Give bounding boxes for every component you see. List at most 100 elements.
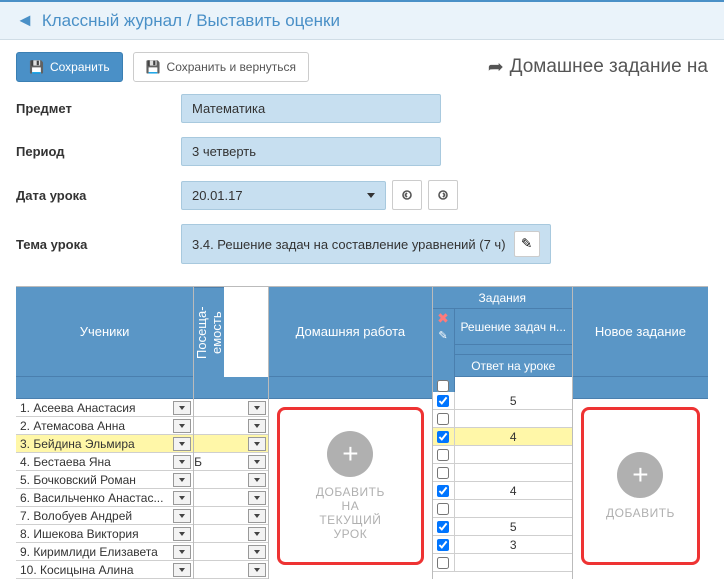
student-menu-icon[interactable]: [173, 509, 191, 523]
plus-icon: +: [327, 431, 373, 477]
task-checkbox[interactable]: [437, 503, 449, 515]
grade-cell[interactable]: 4: [455, 430, 572, 444]
task-row: 3: [433, 536, 572, 554]
student-menu-icon[interactable]: [173, 473, 191, 487]
attendance-menu-icon[interactable]: [248, 545, 266, 559]
tasks-header: Задания: [433, 287, 572, 309]
student-menu-icon[interactable]: [173, 437, 191, 451]
grade-cell[interactable]: 3: [455, 538, 572, 552]
select-all-checkbox[interactable]: [437, 380, 449, 392]
save-and-back-button[interactable]: 💾 Сохранить и вернуться: [133, 52, 309, 82]
date-label: Дата урока: [16, 188, 181, 203]
attendance-menu-icon[interactable]: [248, 473, 266, 487]
task-checkbox[interactable]: [437, 467, 449, 479]
student-row: 3. Бейдина Эльмира: [16, 435, 193, 453]
pencil-icon: ✎: [521, 236, 532, 252]
attendance-cell[interactable]: [194, 435, 268, 453]
attendance-cell[interactable]: [194, 471, 268, 489]
task-row: 5: [433, 518, 572, 536]
attendance-cell[interactable]: [194, 399, 268, 417]
add-task-button[interactable]: + ДОБАВИТЬ: [581, 407, 700, 565]
student-row: 4. Бестаева Яна: [16, 453, 193, 471]
student-row: 7. Волобуев Андрей: [16, 507, 193, 525]
date-select[interactable]: 20.01.17: [181, 181, 386, 210]
pencil-icon[interactable]: ✎: [438, 327, 447, 345]
close-icon[interactable]: ✖: [437, 309, 449, 327]
grade-cell[interactable]: 5: [455, 520, 572, 534]
grade-cell[interactable]: 5: [455, 394, 572, 408]
students-header: Ученики: [16, 287, 193, 377]
task-row: [433, 410, 572, 428]
student-menu-icon[interactable]: [173, 527, 191, 541]
attendance-menu-icon[interactable]: [248, 491, 266, 505]
breadcrumb: Классный журнал / Выставить оценки: [42, 11, 340, 31]
grade-cell[interactable]: 4: [455, 484, 572, 498]
topic-label: Тема урока: [16, 237, 181, 252]
subject-select[interactable]: Математика: [181, 94, 441, 123]
task-row: 4: [433, 482, 572, 500]
task-row: [433, 464, 572, 482]
task-row: 5: [433, 392, 572, 410]
new-task-column: Новое задание + ДОБАВИТЬ: [573, 287, 708, 579]
attendance-cell[interactable]: Б: [194, 453, 268, 471]
add-homework-label: ДОБАВИТЬ НА ТЕКУЩИЙ УРОК: [316, 485, 385, 541]
homework-heading: ➦ Домашнее задание на: [488, 56, 708, 79]
save-button-label: Сохранить: [50, 60, 110, 74]
attendance-menu-icon[interactable]: [248, 419, 266, 433]
attendance-menu-icon[interactable]: [248, 437, 266, 451]
task-row: [433, 554, 572, 572]
form-section: Предмет Математика Период 3 четверть Дат…: [0, 94, 724, 286]
attendance-cell[interactable]: [194, 543, 268, 561]
student-menu-icon[interactable]: [173, 455, 191, 469]
attendance-column: Посеща-емость Б: [194, 287, 269, 579]
attendance-menu-icon[interactable]: [248, 401, 266, 415]
tasks-column: Задания ✖ ✎ Решение задач н... Ответ на …: [433, 287, 573, 579]
task-checkbox[interactable]: [437, 431, 449, 443]
attendance-cell[interactable]: [194, 525, 268, 543]
student-menu-icon[interactable]: [173, 545, 191, 559]
task-checkbox[interactable]: [437, 449, 449, 461]
task-checkbox[interactable]: [437, 557, 449, 569]
chevron-down-icon: [367, 193, 375, 198]
edit-topic-button[interactable]: ✎: [514, 231, 540, 257]
task-row: [433, 446, 572, 464]
student-menu-icon[interactable]: [173, 401, 191, 415]
task-checkbox[interactable]: [437, 413, 449, 425]
save-back-label: Сохранить и вернуться: [167, 60, 296, 74]
task-name-header: Решение задач н...: [455, 309, 572, 345]
student-row: 10. Косицына Алина: [16, 561, 193, 579]
attendance-menu-icon[interactable]: [248, 509, 266, 523]
toolbar: 💾 Сохранить 💾 Сохранить и вернуться ➦ До…: [0, 40, 724, 94]
save-icon: 💾: [29, 60, 44, 74]
topic-value: 3.4. Решение задач на составление уравне…: [181, 224, 551, 264]
attendance-menu-icon[interactable]: [248, 455, 266, 469]
task-checkbox[interactable]: [437, 485, 449, 497]
task-checkbox[interactable]: [437, 539, 449, 551]
student-row: 6. Васильченко Анастас...: [16, 489, 193, 507]
attendance-cell[interactable]: [194, 417, 268, 435]
student-row: 5. Бочковский Роман: [16, 471, 193, 489]
save-button[interactable]: 💾 Сохранить: [16, 52, 123, 82]
save-icon: 💾: [146, 60, 161, 74]
student-row: 2. Атемасова Анна: [16, 417, 193, 435]
period-select[interactable]: 3 четверть: [181, 137, 441, 166]
homework-header: Домашняя работа: [269, 287, 431, 377]
attendance-menu-icon[interactable]: [248, 527, 266, 541]
student-menu-icon[interactable]: [173, 419, 191, 433]
share-icon: ➦: [488, 56, 504, 79]
attendance-cell[interactable]: [194, 561, 268, 579]
task-checkbox[interactable]: [437, 521, 449, 533]
date-prev-button[interactable]: [392, 180, 422, 210]
task-checkbox[interactable]: [437, 395, 449, 407]
task-row: [433, 500, 572, 518]
breadcrumb-bar: ◄ Классный журнал / Выставить оценки: [0, 0, 724, 40]
attendance-cell[interactable]: [194, 507, 268, 525]
add-homework-button[interactable]: + ДОБАВИТЬ НА ТЕКУЩИЙ УРОК: [277, 407, 423, 565]
task-side-controls: ✖ ✎: [433, 309, 455, 392]
attendance-cell[interactable]: [194, 489, 268, 507]
back-icon[interactable]: ◄: [16, 10, 34, 31]
answer-header: Ответ на уроке: [455, 355, 572, 377]
date-next-button[interactable]: [428, 180, 458, 210]
student-menu-icon[interactable]: [173, 491, 191, 505]
student-row: 9. Киримлиди Елизавета: [16, 543, 193, 561]
